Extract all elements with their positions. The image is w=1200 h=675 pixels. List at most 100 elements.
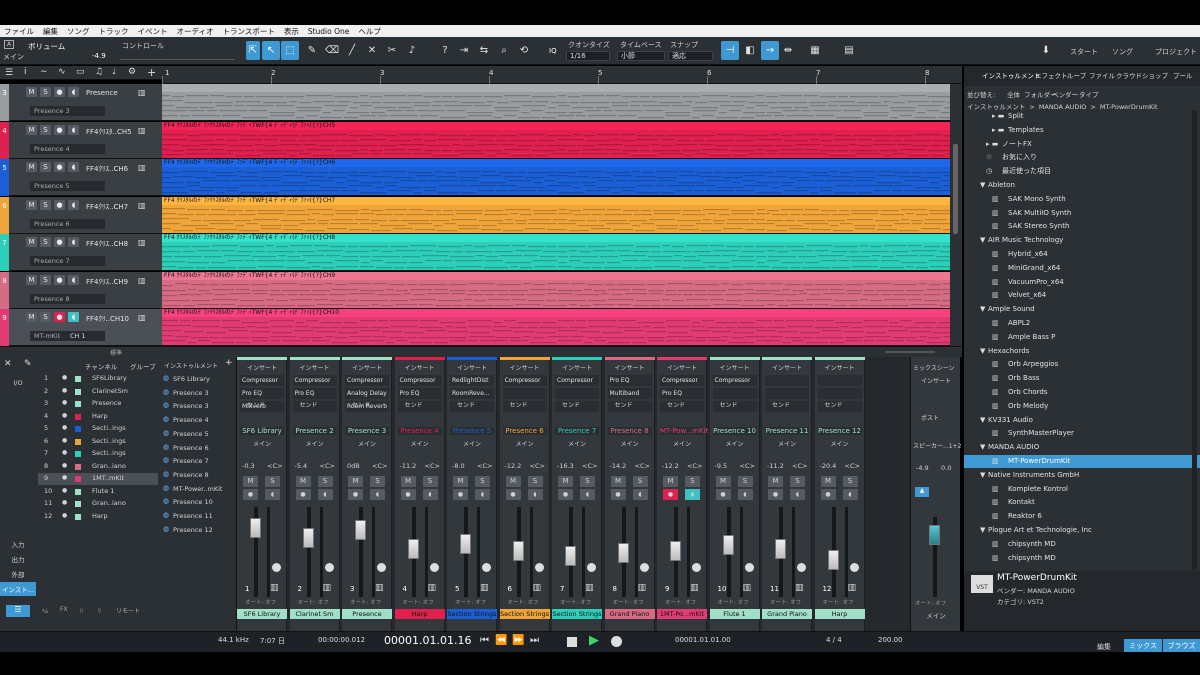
- tab-group[interactable]: グループ: [130, 361, 156, 371]
- monitor-button[interactable]: ◖: [68, 274, 79, 285]
- record-arm-button[interactable]: ●: [54, 237, 65, 247]
- mixer-side-tab[interactable]: 出力: [0, 552, 36, 566]
- insert-label[interactable]: インサート: [615, 363, 645, 372]
- timeline-ruler[interactable]: 12345678: [162, 66, 962, 84]
- insert-slot[interactable]: [765, 388, 809, 399]
- insert-label[interactable]: インサート: [352, 363, 382, 372]
- monitor-button[interactable]: ◖: [317, 489, 333, 500]
- browser-item[interactable]: ▥ Orb Chords: [964, 386, 1200, 399]
- automation-mode[interactable]: オート: オフ: [665, 598, 696, 606]
- pan-value[interactable]: <C>: [372, 462, 387, 470]
- track-name[interactable]: FF4ｸﾘｽ..CH9: [86, 277, 128, 287]
- insert-slot[interactable]: Compressor: [712, 375, 757, 386]
- monitor-button[interactable]: ◖: [370, 489, 385, 500]
- insert-slot[interactable]: Compressor: [502, 375, 547, 386]
- instrument-item[interactable]: ◍ Presence 5: [163, 429, 235, 441]
- arrow-tool-button[interactable]: ⇱: [246, 41, 260, 60]
- track-lane[interactable]: [162, 84, 950, 121]
- solo-button[interactable]: S: [40, 312, 51, 322]
- insert-label[interactable]: インサート: [667, 363, 697, 372]
- strip-name[interactable]: Presence 10: [712, 427, 757, 435]
- insert-slot[interactable]: Compressor: [660, 375, 704, 386]
- project-button[interactable]: プロジェクト: [1155, 47, 1197, 57]
- browser-item[interactable]: ▥ Kontakt: [964, 496, 1200, 509]
- mixer-channel-row[interactable]: 11 ● Gran..iano: [38, 498, 158, 510]
- strip-name[interactable]: Presence 12: [817, 427, 862, 435]
- record-arm-button[interactable]: ●: [54, 124, 65, 135]
- timebase-select[interactable]: 小節: [617, 51, 665, 61]
- solo-button[interactable]: S: [265, 476, 280, 487]
- output-label[interactable]: メイン: [657, 439, 707, 448]
- send-label[interactable]: センド: [772, 400, 790, 409]
- mixer-list-icon[interactable]: ☰: [6, 605, 30, 617]
- menu-item[interactable]: イベント: [138, 26, 168, 37]
- instrument-item[interactable]: ◍ Presence 10: [163, 497, 235, 509]
- eraser-tool-button[interactable]: ⌫: [323, 41, 341, 60]
- solo-button[interactable]: S: [527, 476, 543, 487]
- add-track-icon[interactable]: +: [147, 66, 156, 79]
- browser-scrollbar[interactable]: [1192, 110, 1197, 570]
- insert-slot[interactable]: [817, 388, 862, 399]
- track-lane[interactable]: FF4 ｸﾘｽﾀﾙのﾃﾞﾌｧｸﾘｽﾀﾙのﾃﾞﾌｧﾃﾞｨTWF{4 ﾃﾞｨﾃﾞｨ(…: [162, 121, 950, 159]
- pan-knob[interactable]: [849, 563, 859, 572]
- mute-button[interactable]: M: [26, 274, 37, 285]
- insert-slot[interactable]: [555, 388, 599, 399]
- download-icon[interactable]: ⬇: [1037, 41, 1055, 60]
- instrument-item[interactable]: ◍ Presence 3: [163, 388, 235, 400]
- solo-button[interactable]: S: [475, 476, 490, 487]
- mixer-channel-row[interactable]: 3 ● Presence: [38, 398, 158, 410]
- insert-slot[interactable]: Compressor: [397, 375, 442, 386]
- position-display[interactable]: 00001.01.01.16: [384, 634, 471, 647]
- snap-select[interactable]: 適応: [668, 51, 713, 61]
- pan-value[interactable]: <C>: [477, 462, 492, 470]
- mute-button[interactable]: M: [26, 162, 37, 172]
- output-label[interactable]: メイン: [762, 439, 812, 448]
- mute-button[interactable]: M: [453, 476, 468, 487]
- snap-toggle-button[interactable]: ⊣: [721, 41, 739, 60]
- fader-cap[interactable]: [512, 540, 524, 561]
- pan-value[interactable]: <C>: [530, 462, 545, 470]
- output-label[interactable]: メイン: [342, 439, 392, 448]
- track-preset[interactable]: Presence 6: [30, 218, 105, 229]
- mute-button[interactable]: M: [295, 476, 311, 487]
- track-name[interactable]: FF4ｸﾘ..CH10: [86, 314, 129, 324]
- browser-tab[interactable]: エフェクト: [1035, 70, 1068, 80]
- record-button[interactable]: ●: [400, 489, 416, 500]
- volume-value[interactable]: -11.2: [767, 462, 784, 470]
- menu-item[interactable]: トランスポート: [222, 26, 274, 37]
- pan-value[interactable]: <C>: [425, 462, 440, 470]
- browser-item[interactable]: ▼ KV331 Audio: [964, 414, 1200, 427]
- settings-icon[interactable]: ⚙: [128, 67, 136, 77]
- insert-slot[interactable]: [502, 388, 547, 399]
- browser-item[interactable]: ▼ Ample Sound: [964, 303, 1200, 316]
- record-button[interactable]: [611, 636, 622, 647]
- menu-item[interactable]: オーディオ: [177, 26, 214, 37]
- browser-item[interactable]: ▸ ▬ Split: [964, 110, 1200, 123]
- fader-cap[interactable]: [565, 545, 576, 566]
- browser-item[interactable]: ▥ Velvet_x64: [964, 289, 1200, 302]
- insert-slot[interactable]: Pro EQ: [660, 388, 704, 399]
- browser-item[interactable]: ▥ Komplete Kontrol: [964, 483, 1200, 496]
- cursor-follow-button[interactable]: ⇹: [779, 41, 797, 60]
- master-insert-label[interactable]: インサート: [921, 376, 951, 385]
- snap-grid-button[interactable]: ◧: [741, 41, 759, 60]
- mix-scene-label[interactable]: ミックスシーン: [913, 363, 955, 372]
- solo-button[interactable]: S: [580, 476, 595, 487]
- fader-cap[interactable]: [775, 538, 786, 559]
- pan-value[interactable]: <C>: [267, 462, 282, 470]
- visibility-dot[interactable]: ●: [62, 449, 67, 456]
- record-button[interactable]: ●: [768, 489, 783, 500]
- record-arm-button[interactable]: ●: [54, 274, 65, 285]
- monitor-button[interactable]: ◖: [580, 489, 595, 500]
- visibility-dot[interactable]: ●: [62, 474, 67, 481]
- track-name[interactable]: FF4ｸﾘｽ..CH6: [86, 164, 128, 174]
- fader-cap[interactable]: [827, 550, 839, 571]
- track-header[interactable]: 9 M S ● ◖ FF4ｸﾘ..CH10 ▥ MT-mKit CH 1: [0, 309, 162, 346]
- send-label[interactable]: センド: [352, 400, 370, 409]
- pan-value[interactable]: <C>: [582, 462, 597, 470]
- record-arm-button[interactable]: ●: [54, 87, 65, 97]
- strip-name[interactable]: Presence 11: [765, 427, 809, 435]
- pan-value[interactable]: <C>: [740, 462, 755, 470]
- pencil-tool-button[interactable]: ✎: [303, 41, 321, 60]
- solo-button[interactable]: S: [737, 476, 753, 487]
